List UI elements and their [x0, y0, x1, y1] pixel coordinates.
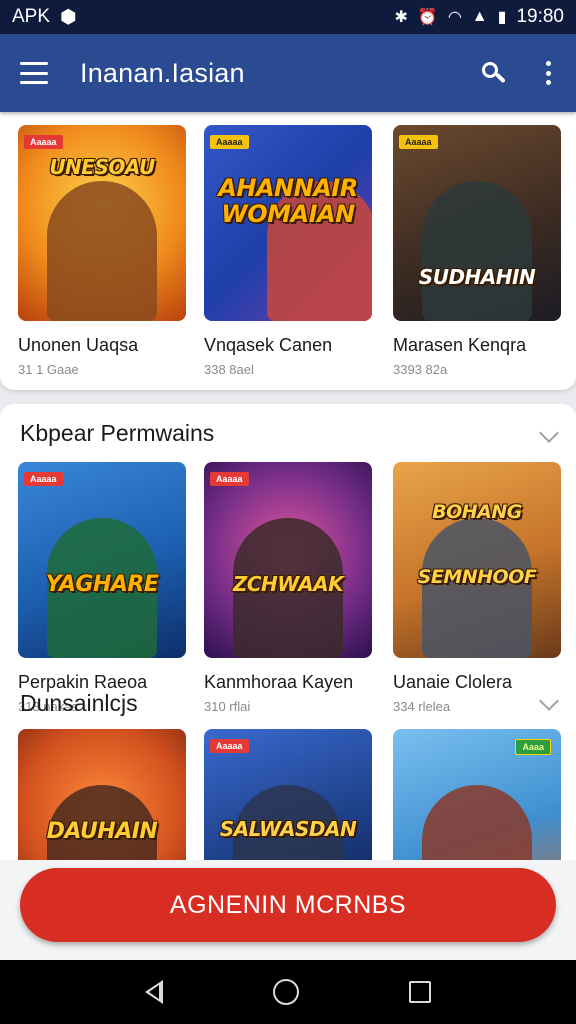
game-tile[interactable]: Aaaaa SUDHAHIN Marasen Kenqra 3393 82a [393, 125, 561, 377]
art-title: ZCHWAAK [232, 572, 344, 596]
game-thumbnail[interactable]: BOHANG SEMNHOOF [393, 462, 561, 658]
alarm-icon: ⏰ [417, 9, 438, 26]
badge: Aaaaa [24, 472, 63, 486]
game-thumbnail[interactable]: DAUHAIN [18, 729, 186, 860]
game-tile[interactable]: DAUHAIN [18, 729, 186, 860]
art-title: DAUHAIN [46, 819, 158, 844]
notification-shield-icon: ⬢ [60, 6, 77, 28]
game-thumbnail[interactable]: Aaaaa AHANNAIR WOMAIAN [204, 125, 372, 321]
badge: Aaaaa [399, 135, 438, 149]
tile-meta: 310 rflai [204, 699, 251, 714]
app-bar: Inanan.Iasian [0, 34, 576, 112]
badge: Aaaaa [210, 135, 249, 149]
game-thumbnail[interactable]: Aaaaa UNESOAU [18, 125, 186, 321]
art-title: AHANNAIR WOMAIAN [218, 174, 358, 229]
game-tile[interactable]: Aaaaa ZCHWAAK Kanmhoraa Kayen 310 rflai [204, 462, 372, 714]
more-vert-icon[interactable] [546, 61, 552, 85]
game-thumbnail[interactable]: Aaaaa YAGHARE [18, 462, 186, 658]
art-title: YAGHARE [45, 572, 159, 597]
status-time: 19:80 [516, 6, 564, 27]
tile-meta: 338 8ael [204, 362, 254, 377]
tile-name: Marasen Kenqra [393, 335, 527, 355]
primary-cta-button[interactable]: AGNENIN MCRNBS [20, 868, 556, 942]
game-tile[interactable]: Aaaa [393, 729, 561, 860]
system-nav-bar [0, 960, 576, 1024]
tile-meta: 334 rlelea [393, 699, 451, 714]
art-title: UNESOAU [49, 155, 155, 179]
game-tile[interactable]: Aaaaa SALWASDAN [204, 729, 372, 860]
recents-icon[interactable] [409, 981, 431, 1003]
art-title: SALWASDAN [219, 817, 357, 841]
tile-meta: 3393 82a [393, 362, 448, 377]
status-bar: APK ⬢ ✱ ⏰ ◠ ▲ ▮ 19:80 [0, 0, 576, 34]
tile-name: Uanaie Clolera [393, 672, 513, 692]
bluetooth-icon: ✱ [394, 9, 408, 26]
cta-area: AGNENIN MCRNBS [0, 860, 576, 960]
menu-icon[interactable] [20, 62, 48, 84]
section-title: Kbpear Permwains [20, 420, 215, 446]
app-title: Inanan.Iasian [80, 57, 245, 88]
tile-meta: 31 1 Gaae [18, 362, 79, 377]
badge: Aaaa [515, 739, 551, 755]
character-art [422, 181, 532, 321]
tile-name: Vnqasek Canen [204, 335, 333, 355]
game-tile[interactable]: Aaaaa AHANNAIR WOMAIAN Vnqasek Canen 338… [204, 125, 372, 377]
content-scroll[interactable]: Aaaaa UNESOAU Unonen Uaqsa 31 1 Gaae Aaa… [0, 112, 576, 860]
wifi-icon: ◠ [447, 9, 462, 26]
badge: Aaaaa [210, 739, 249, 753]
tile-name: Kanmhoraa Kayen [204, 672, 354, 692]
back-icon[interactable] [145, 980, 163, 1004]
search-icon[interactable] [480, 60, 506, 86]
tile-name: Unonen Uaqsa [18, 335, 139, 355]
badge: Aaaaa [210, 472, 249, 486]
badge: Aaaaa [24, 135, 63, 149]
signal-icon: ▲ [471, 8, 488, 25]
game-tile[interactable]: Aaaaa UNESOAU Unonen Uaqsa 31 1 Gaae [18, 125, 186, 377]
game-thumbnail[interactable]: Aaaaa SUDHAHIN [393, 125, 561, 321]
game-tile[interactable]: BOHANG SEMNHOOF Uanaie Clolera 334 rlele… [393, 462, 561, 714]
game-tile[interactable]: Aaaaa YAGHARE Perpakin Raeoa 313 nakas [18, 462, 186, 714]
character-art [47, 181, 157, 321]
game-thumbnail[interactable]: Aaaaa ZCHWAAK [204, 462, 372, 658]
home-icon[interactable] [273, 979, 299, 1005]
game-thumbnail[interactable]: Aaaa [393, 729, 561, 860]
art-title: SUDHAHIN [418, 265, 536, 289]
status-app-label: APK [12, 6, 51, 27]
battery-icon: ▮ [497, 9, 507, 26]
game-thumbnail[interactable]: Aaaaa SALWASDAN [204, 729, 372, 860]
character-art [422, 785, 532, 860]
art-title: BOHANG SEMNHOOF [417, 501, 537, 588]
section-title: Dunsainlcjs [20, 690, 138, 716]
